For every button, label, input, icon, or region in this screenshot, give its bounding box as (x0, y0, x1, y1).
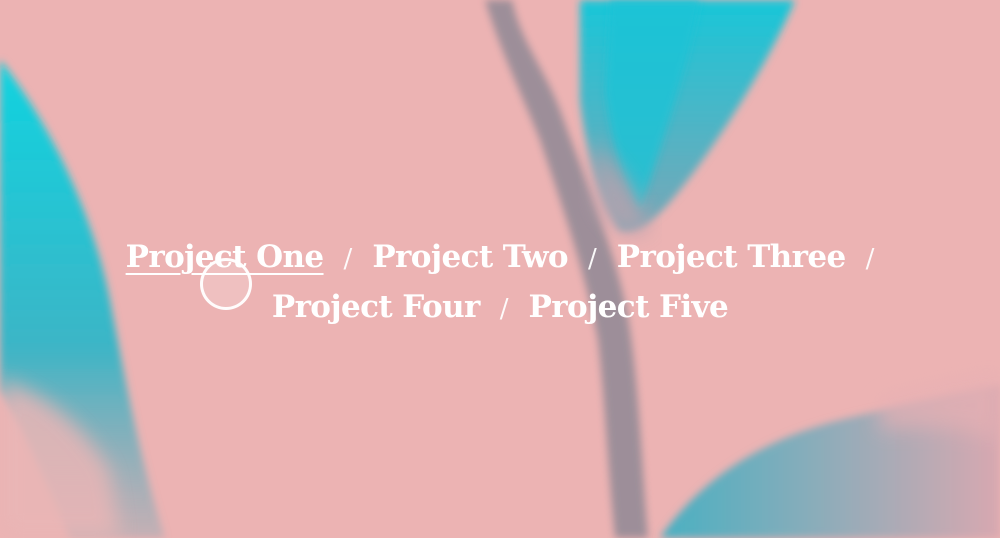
nav-row-2: Project Four / Project Five (0, 282, 1000, 332)
nav-link-project-one[interactable]: Project One (126, 232, 325, 282)
nav-separator: / (865, 244, 875, 274)
nav-link-project-five[interactable]: Project Five (529, 282, 729, 332)
nav-separator: / (499, 294, 509, 324)
nav-separator: / (588, 244, 597, 274)
nav-link-project-four[interactable]: Project Four (272, 282, 481, 332)
nav-link-project-two[interactable]: Project Two (372, 232, 568, 282)
project-navigation: Project One / Project Two / Project Thre… (0, 232, 1000, 332)
nav-separator: / (343, 244, 353, 274)
nav-row-1: Project One / Project Two / Project Thre… (0, 232, 1000, 282)
nav-link-project-three[interactable]: Project Three (617, 232, 846, 282)
